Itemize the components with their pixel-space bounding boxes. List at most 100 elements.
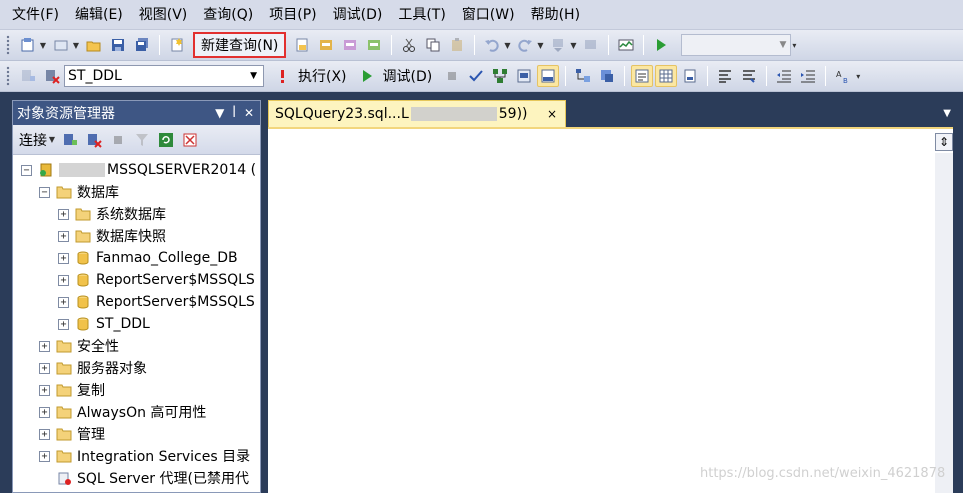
- solution-configuration-combo[interactable]: ▼: [681, 34, 792, 56]
- tree-node-databases[interactable]: − 数据库: [13, 181, 260, 203]
- results-to-grid-icon[interactable]: [655, 65, 678, 87]
- query-editor[interactable]: ⇕: [268, 127, 953, 493]
- tree-node-management[interactable]: + 管理: [13, 423, 260, 445]
- analysis-dmx-query-icon[interactable]: [339, 34, 361, 56]
- menu-query[interactable]: 查询(Q): [195, 0, 261, 30]
- menu-view[interactable]: 视图(V): [131, 0, 196, 30]
- expand-toggle-icon[interactable]: +: [39, 450, 50, 462]
- results-to-text-icon[interactable]: [631, 65, 654, 87]
- tree-node-db-fanmao[interactable]: + Fanmao_College_DB: [13, 247, 260, 269]
- save-all-icon[interactable]: [131, 34, 153, 56]
- new-project-dropdown-icon[interactable]: ▼: [39, 41, 47, 50]
- new-query-button[interactable]: 新建查询(N): [193, 32, 287, 58]
- activity-monitor-icon[interactable]: [615, 34, 637, 56]
- analysis-mdx-query-icon[interactable]: [315, 34, 337, 56]
- disconnect-server-icon[interactable]: [83, 129, 105, 151]
- menu-window[interactable]: 窗口(W): [454, 0, 523, 30]
- toolbar-options-icon[interactable]: ▾: [854, 72, 862, 81]
- toolbar-grip[interactable]: [6, 66, 10, 86]
- available-databases-select[interactable]: ST_DDL ▼: [64, 65, 264, 87]
- execute-button[interactable]: 执行(X): [298, 66, 347, 86]
- expand-toggle-icon[interactable]: +: [39, 362, 50, 374]
- expand-toggle-icon[interactable]: +: [58, 318, 69, 330]
- filter-icon[interactable]: [131, 129, 153, 151]
- collapse-toggle-icon[interactable]: −: [21, 164, 32, 176]
- tree-node-security[interactable]: + 安全性: [13, 335, 260, 357]
- tree-node-sql-agent[interactable]: SQL Server 代理(已禁用代: [13, 467, 260, 489]
- add-item-icon[interactable]: [50, 34, 72, 56]
- database-engine-query-icon[interactable]: [291, 34, 313, 56]
- navigate-back-icon[interactable]: [547, 34, 569, 56]
- expand-toggle-icon[interactable]: +: [39, 428, 50, 440]
- close-tab-icon[interactable]: ×: [547, 107, 557, 121]
- xmla-query-icon[interactable]: [363, 34, 385, 56]
- expand-toggle-icon[interactable]: +: [39, 384, 50, 396]
- menu-file[interactable]: 文件(F): [4, 0, 67, 30]
- decrease-indent-icon[interactable]: [773, 65, 795, 87]
- new-query-doc-icon[interactable]: [166, 34, 188, 56]
- tab-list-dropdown-icon[interactable]: ▼: [943, 108, 951, 119]
- results-to-file-icon[interactable]: [679, 65, 701, 87]
- menu-edit[interactable]: 编辑(E): [67, 0, 131, 30]
- tree-node-db-st-ddl[interactable]: + ST_DDL: [13, 313, 260, 335]
- specify-template-values-icon[interactable]: AB: [832, 65, 854, 87]
- collapse-all-icon[interactable]: [179, 129, 201, 151]
- copy-icon[interactable]: [422, 34, 444, 56]
- save-icon[interactable]: [107, 34, 129, 56]
- close-icon[interactable]: ✕: [244, 106, 254, 120]
- debug-button[interactable]: 调试(D): [383, 66, 433, 86]
- add-item-dropdown-icon[interactable]: ▼: [72, 41, 80, 50]
- menu-debug[interactable]: 调试(D): [325, 0, 391, 30]
- tree-node-integration-services[interactable]: + Integration Services 目录: [13, 445, 260, 467]
- navigate-back-dropdown-icon[interactable]: ▼: [569, 41, 577, 50]
- pin-icon[interactable]: ꟾ: [232, 106, 236, 120]
- expand-toggle-icon[interactable]: +: [39, 406, 50, 418]
- menu-tools[interactable]: 工具(T): [390, 0, 453, 30]
- tree-node-db-reportserver[interactable]: + ReportServer$MSSQLS: [13, 269, 260, 291]
- query-designer-icon[interactable]: [513, 65, 535, 87]
- cancel-query-icon[interactable]: [441, 65, 463, 87]
- connect-icon[interactable]: [17, 65, 39, 87]
- estimated-plan-icon[interactable]: [489, 65, 511, 87]
- split-view-icon[interactable]: ⇕: [935, 133, 953, 151]
- undo-icon[interactable]: [481, 34, 503, 56]
- parse-checkmark-icon[interactable]: [465, 65, 487, 87]
- menu-help[interactable]: 帮助(H): [523, 0, 588, 30]
- increase-indent-icon[interactable]: [797, 65, 819, 87]
- connect-button[interactable]: 连接: [19, 130, 47, 150]
- specify-values-icon[interactable]: [596, 65, 618, 87]
- expand-toggle-icon[interactable]: +: [58, 252, 69, 264]
- menu-project[interactable]: 项目(P): [261, 0, 324, 30]
- open-file-icon[interactable]: [83, 34, 105, 56]
- toolbar-options-icon[interactable]: ▾: [790, 41, 798, 50]
- comment-lines-icon[interactable]: [714, 65, 736, 87]
- undo-dropdown-icon[interactable]: ▼: [503, 41, 511, 50]
- start-debug-icon[interactable]: [650, 34, 672, 56]
- expand-toggle-icon[interactable]: +: [58, 274, 69, 286]
- paste-icon[interactable]: [446, 34, 468, 56]
- redo-icon[interactable]: [514, 34, 536, 56]
- editor-vertical-scrollbar[interactable]: [935, 153, 953, 493]
- uncomment-lines-icon[interactable]: [738, 65, 760, 87]
- cut-icon[interactable]: [398, 34, 420, 56]
- new-project-icon[interactable]: [17, 34, 39, 56]
- analyze-query-icon[interactable]: [572, 65, 594, 87]
- redo-dropdown-icon[interactable]: ▼: [536, 41, 544, 50]
- connect-server-icon[interactable]: [59, 129, 81, 151]
- sqlcmd-mode-icon[interactable]: [537, 65, 560, 87]
- tree-node-server-objects[interactable]: + 服务器对象: [13, 357, 260, 379]
- tree-node-replication[interactable]: + 复制: [13, 379, 260, 401]
- expand-toggle-icon[interactable]: +: [39, 340, 50, 352]
- tree-node-server[interactable]: − MSSQLSERVER2014 (: [13, 159, 260, 181]
- tree-node-database-snapshots[interactable]: + 数据库快照: [13, 225, 260, 247]
- expand-toggle-icon[interactable]: +: [58, 230, 69, 242]
- tree-node-system-databases[interactable]: + 系统数据库: [13, 203, 260, 225]
- toolbar-grip[interactable]: [6, 35, 10, 55]
- expand-toggle-icon[interactable]: +: [58, 208, 69, 220]
- connect-dropdown-icon[interactable]: ▼: [48, 135, 56, 144]
- execute-icon[interactable]: [271, 65, 293, 87]
- stop-icon[interactable]: [107, 129, 129, 151]
- disconnect-icon[interactable]: [41, 65, 63, 87]
- debug-play-icon[interactable]: [356, 65, 378, 87]
- tab-sqlquery23[interactable]: SQLQuery23.sql...L 59)) ×: [268, 100, 566, 127]
